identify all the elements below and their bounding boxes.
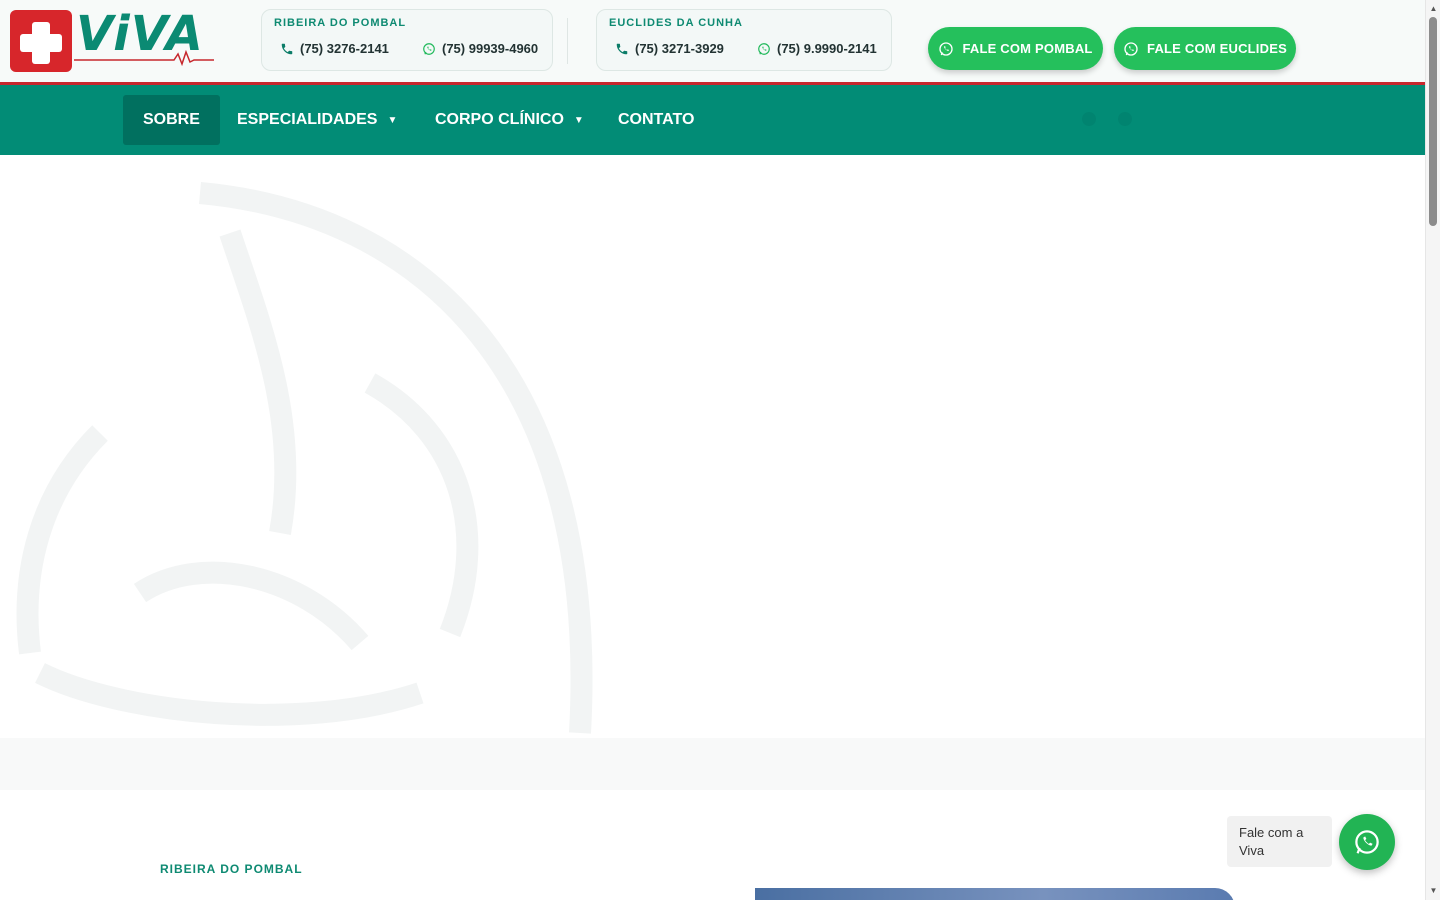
whatsapp-number: (75) 99939-4960 (442, 41, 539, 56)
nav-label: SOBRE (143, 111, 200, 128)
location-city: EUCLIDES DA CUNHA (609, 17, 743, 29)
scroll-up-arrow-icon[interactable]: ▲ (1426, 2, 1440, 16)
fale-com-pombal-button[interactable]: FALE COM POMBAL (928, 27, 1103, 70)
scroll-down-arrow-icon[interactable]: ▼ (1426, 884, 1440, 898)
viva-logo[interactable]: ViVA (10, 6, 214, 72)
phone-link[interactable]: (75) 3276-2141 (280, 41, 389, 56)
section-label: RIBEIRA DO POMBAL (160, 862, 303, 876)
nav-item-contato[interactable]: CONTATO (598, 95, 714, 145)
whatsapp-icon (1355, 830, 1379, 854)
phone-number: (75) 3271-3929 (635, 41, 724, 56)
chevron-down-icon: ▼ (387, 114, 398, 126)
whatsapp-link[interactable]: (75) 9.9990-2141 (757, 41, 877, 56)
location-card-pombal: RIBEIRA DO POMBAL (75) 3276-2141 (75) 99… (261, 9, 553, 71)
nav-item-especialidades[interactable]: ESPECIALIDADES ▼ (217, 95, 417, 145)
clinic-photo (755, 888, 1235, 900)
section-divider-band (0, 738, 1425, 790)
hero-banner (0, 173, 1425, 738)
page-scrollbar[interactable]: ▲ ▼ (1425, 0, 1440, 900)
button-label: FALE COM POMBAL (962, 41, 1093, 56)
nav-label: CORPO CLÍNICO (435, 111, 564, 128)
chat-prompt-text: Fale com a Viva (1239, 825, 1304, 858)
location-card-euclides: EUCLIDES DA CUNHA (75) 3271-3929 (75) 9.… (596, 9, 892, 71)
divider (567, 18, 568, 64)
social-icon (1118, 112, 1132, 126)
nav-label: ESPECIALIDADES (237, 111, 378, 128)
chevron-down-icon: ▼ (573, 114, 584, 126)
location-city: RIBEIRA DO POMBAL (274, 17, 407, 29)
phone-icon (616, 43, 628, 55)
social-icon (1082, 112, 1096, 126)
medical-cross-icon (10, 10, 72, 72)
hero-illustration (16, 182, 593, 734)
main-nav: SOBRE ESPECIALIDADES ▼ CORPO CLÍNICO ▼ C… (0, 85, 1425, 155)
fale-com-euclides-button[interactable]: FALE COM EUCLIDES (1114, 27, 1296, 70)
site-header: ViVA RIBEIRA DO POMBAL (75) 3276-2141 (7… (0, 0, 1425, 82)
heartbeat-line-icon (74, 50, 214, 66)
phone-number: (75) 3276-2141 (300, 41, 389, 56)
phone-link[interactable]: (75) 3271-3929 (615, 41, 724, 56)
whatsapp-icon (1124, 41, 1138, 56)
nav-item-sobre[interactable]: SOBRE (123, 95, 220, 145)
whatsapp-icon (939, 41, 954, 56)
whatsapp-link[interactable]: (75) 99939-4960 (422, 41, 538, 56)
phone-icon (281, 43, 293, 55)
button-label: FALE COM EUCLIDES (1147, 41, 1287, 56)
whatsapp-icon (758, 43, 770, 55)
whatsapp-number: (75) 9.9990-2141 (777, 41, 877, 56)
scrollbar-thumb[interactable] (1429, 17, 1437, 226)
whatsapp-icon (423, 43, 435, 55)
chat-prompt-bubble[interactable]: Fale com a Viva (1227, 816, 1332, 867)
whatsapp-chat-button[interactable] (1339, 814, 1395, 870)
nav-item-corpo-clinico[interactable]: CORPO CLÍNICO ▼ (415, 95, 604, 145)
nav-label: CONTATO (618, 111, 695, 128)
